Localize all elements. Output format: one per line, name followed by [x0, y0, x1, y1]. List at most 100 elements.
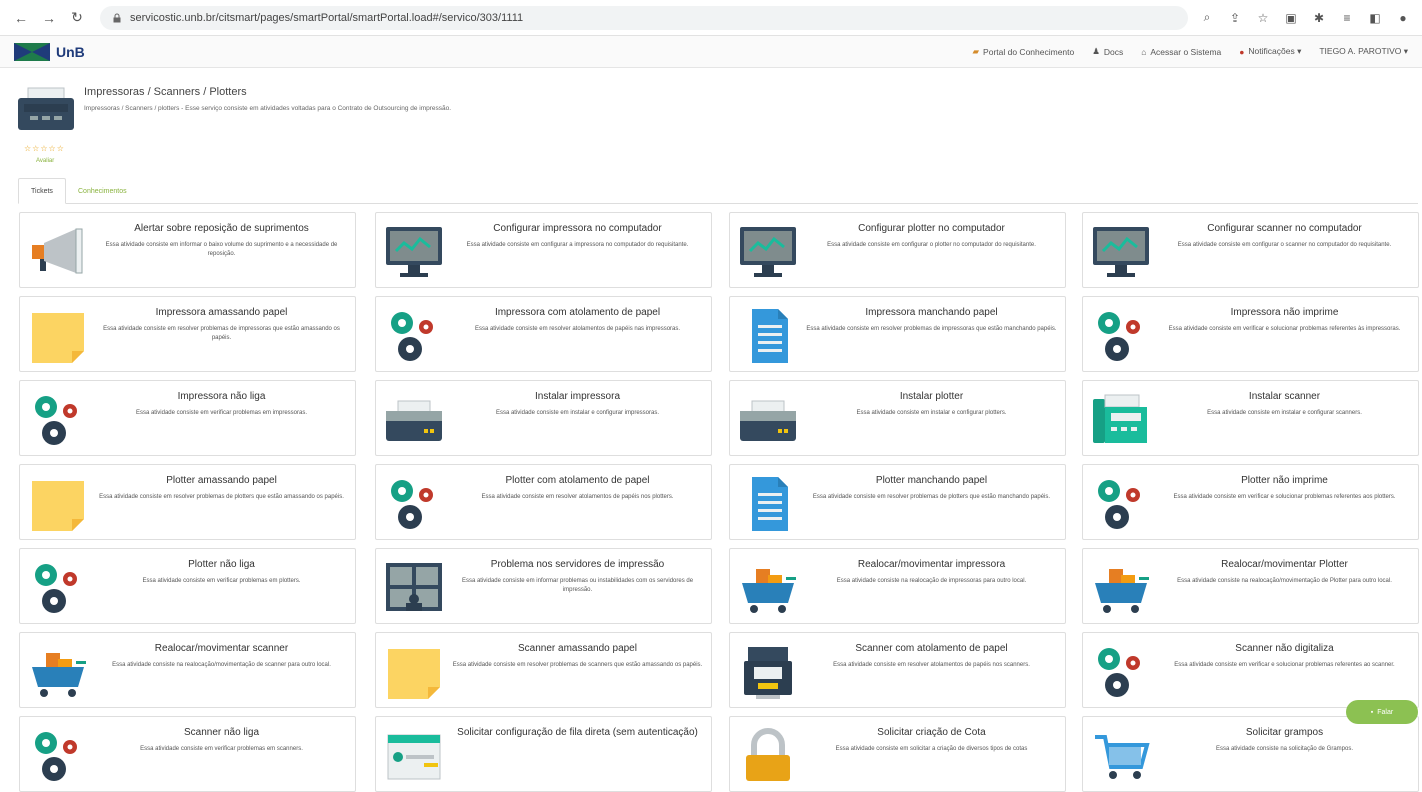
tab-conhecimentos[interactable]: Conhecimentos: [66, 178, 139, 204]
fax-icon: [1092, 394, 1148, 444]
service-card[interactable]: Plotter com atolamento de papel Essa ativ…: [375, 464, 712, 540]
service-card[interactable]: Configurar impressora no computador Essa …: [375, 212, 712, 288]
sidepanel-icon[interactable]: ◧: [1366, 9, 1384, 27]
gears-icon: [1098, 648, 1140, 697]
service-card[interactable]: Solicitar criação de Cota Essa atividade …: [729, 716, 1066, 792]
cash-register-icon: [744, 647, 792, 699]
rate-link[interactable]: Avaliar: [36, 158, 54, 164]
megaphone-icon: [31, 228, 83, 274]
document-icon: [752, 309, 788, 363]
service-card-description: Essa atividade consiste em verificar e s…: [1174, 662, 1395, 668]
service-card[interactable]: Impressora com atolamento de papel Essa a…: [375, 296, 712, 372]
service-card[interactable]: Realocar/movimentar impressora Essa ativi…: [729, 548, 1066, 624]
nav-user-menu[interactable]: TIEGO A. PAROTIVO ▾: [1319, 46, 1408, 57]
service-card-description: Essa atividade consiste em verificar pro…: [142, 578, 301, 584]
puzzle-icon[interactable]: ✱: [1310, 9, 1328, 27]
service-card[interactable]: Problema nos servidores de impressão Essa…: [375, 548, 712, 624]
service-card[interactable]: Alertar sobre reposição de suprimentos Es…: [19, 212, 356, 288]
service-card[interactable]: Scanner com atolamento de papel Essa ativ…: [729, 632, 1066, 708]
nav-acessar-sistema[interactable]: ⌂ Acessar o Sistema: [1141, 47, 1221, 57]
service-card[interactable]: Realocar/movimentar Plotter Essa atividad…: [1082, 548, 1419, 624]
gears-icon: [1098, 312, 1140, 361]
service-card-title: Plotter não imprime: [1241, 475, 1328, 486]
monitoring-screens-icon: [386, 563, 442, 611]
bookmark-star-icon[interactable]: ☆: [1254, 9, 1272, 27]
service-card-title: Scanner com atolamento de papel: [855, 643, 1008, 654]
header-nav: ▰ Portal do Conhecimento ♟ Docs ⌂ Acessar o…: [973, 46, 1409, 57]
sticky-note-icon: [388, 649, 440, 699]
service-card-title: Configurar scanner no computador: [1207, 223, 1362, 234]
service-card[interactable]: Scanner não digitaliza Essa atividade con…: [1082, 632, 1419, 708]
zoom-icon[interactable]: ⌕: [1198, 9, 1216, 27]
app-header: UnB ▰ Portal do Conhecimento ♟ Docs ⌂ Acess…: [0, 36, 1422, 68]
service-card-description: Essa atividade consiste na realocação de…: [836, 578, 1027, 584]
service-card-description: Essa atividade consiste em instalar e co…: [856, 410, 1007, 416]
printer-icon: [385, 400, 443, 442]
service-card-description: Essa atividade consiste em verificar pro…: [140, 746, 303, 752]
service-card[interactable]: Plotter não liga Essa atividade consiste …: [19, 548, 356, 624]
chat-button[interactable]: ▪ Falar: [1346, 700, 1418, 724]
address-bar[interactable]: servicostic.unb.br/citsmart/pages/smartP…: [100, 5, 1188, 30]
nav-docs[interactable]: ♟ Docs: [1092, 46, 1123, 57]
service-card[interactable]: Scanner amassando papel Essa atividade co…: [375, 632, 712, 708]
gears-icon: [35, 396, 77, 445]
reload-icon[interactable]: ↻: [66, 7, 88, 29]
tab-tickets[interactable]: Tickets: [18, 178, 66, 204]
reading-list-icon[interactable]: ≡: [1338, 9, 1356, 27]
service-card[interactable]: Impressora não imprime Essa atividade con…: [1082, 296, 1419, 372]
service-card[interactable]: Plotter amassando papel Essa atividade co…: [19, 464, 356, 540]
profile-icon[interactable]: ●: [1394, 9, 1412, 27]
service-card-description: Essa atividade consiste em configurar o …: [827, 242, 1036, 248]
service-card[interactable]: Scanner não liga Essa atividade consiste …: [19, 716, 356, 792]
service-card-description: Essa atividade consiste em resolver prob…: [806, 326, 1057, 332]
service-card[interactable]: Impressora não liga Essa atividade consis…: [19, 380, 356, 456]
service-card-title: Instalar scanner: [1248, 391, 1321, 402]
service-card[interactable]: Configurar scanner no computador Essa ati…: [1082, 212, 1419, 288]
service-card[interactable]: Realocar/movimentar scanner Essa atividad…: [19, 632, 356, 708]
chat-icon: ▪: [1370, 708, 1374, 716]
service-card-title: Plotter amassando papel: [166, 475, 277, 486]
service-card-title: Impressora com atolamento de papel: [494, 307, 661, 318]
printer-icon: [739, 400, 797, 442]
service-card[interactable]: Impressora manchando papel Essa atividade…: [729, 296, 1066, 372]
service-card-title: Realocar/movimentar Plotter: [1221, 559, 1348, 570]
service-card-title: Instalar plotter: [899, 391, 964, 402]
service-card-title: Realocar/movimentar impressora: [857, 559, 1006, 570]
service-card-title: Solicitar configuração de fila direta (s…: [457, 727, 698, 738]
share-icon[interactable]: ⇪: [1226, 9, 1244, 27]
service-card-description: Essa atividade consiste em informar o ba…: [105, 242, 338, 258]
service-card-description: Essa atividade consiste em verificar e s…: [1173, 494, 1396, 500]
service-card-title: Solicitar criação de Cota: [877, 727, 986, 738]
monitor-icon: [384, 225, 444, 279]
service-card[interactable]: Solicitar grampos Essa atividade consiste…: [1082, 716, 1419, 792]
service-card-description: Essa atividade consiste em configurar o …: [1177, 242, 1392, 248]
service-card-title: Impressora amassando papel: [155, 307, 288, 318]
service-card[interactable]: Configurar plotter no computador Essa ati…: [729, 212, 1066, 288]
service-card-description: Essa atividade consiste em resolver atol…: [833, 662, 1030, 668]
service-card-title: Impressora não imprime: [1230, 307, 1339, 318]
tab-bar: Tickets Conhecimentos: [18, 178, 1418, 204]
sticky-note-icon: [32, 313, 84, 363]
service-card-title: Instalar impressora: [534, 391, 621, 402]
service-card-description: Essa atividade consiste em instalar e co…: [1207, 410, 1362, 416]
back-icon[interactable]: ←: [10, 7, 32, 29]
service-card-description: Essa atividade consiste em resolver prob…: [452, 662, 703, 668]
rating-stars[interactable]: ☆☆☆☆☆: [24, 144, 65, 153]
nav-portal-conhecimento[interactable]: ▰ Portal do Conhecimento: [973, 46, 1075, 57]
service-card-description: Essa atividade consiste na realocação/mo…: [112, 662, 331, 668]
service-card-title: Plotter não liga: [188, 559, 255, 570]
unb-logo[interactable]: UnB: [14, 42, 85, 61]
service-card[interactable]: Solicitar configuração de fila direta (s…: [375, 716, 712, 792]
gears-icon: [391, 480, 433, 529]
service-card[interactable]: Plotter não imprime Essa atividade consis…: [1082, 464, 1419, 540]
service-card[interactable]: Instalar impressora Essa atividade consis…: [375, 380, 712, 456]
service-card-description: Essa atividade consiste em instalar e co…: [495, 410, 660, 416]
service-card[interactable]: Instalar plotter Essa atividade consiste …: [729, 380, 1066, 456]
service-card[interactable]: Instalar scanner Essa atividade consiste …: [1082, 380, 1419, 456]
nav-notificacoes[interactable]: ● Notificações ▾: [1239, 46, 1301, 57]
service-card[interactable]: Plotter manchando papel Essa atividade co…: [729, 464, 1066, 540]
extension-icon[interactable]: ▣: [1282, 9, 1300, 27]
padlock-icon: [738, 727, 798, 783]
service-card[interactable]: Impressora amassando papel Essa atividade…: [19, 296, 356, 372]
forward-icon[interactable]: →: [38, 7, 60, 29]
